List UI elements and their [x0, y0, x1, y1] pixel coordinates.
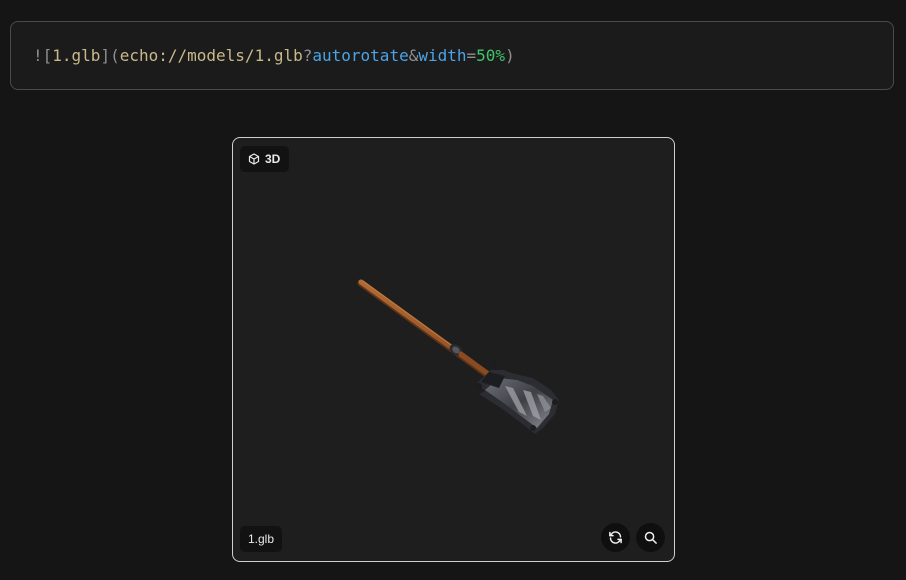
markdown-code-block: ![1.glb](echo://models/1.glb?autorotate&…	[10, 21, 894, 90]
model-filename: 1.glb	[240, 526, 283, 552]
refresh-icon	[609, 531, 622, 544]
code-param-autorotate: autorotate	[312, 46, 409, 65]
code-alt-text: 1.glb	[52, 46, 101, 65]
code-open-bracket: ![	[33, 46, 53, 65]
cube-icon	[248, 153, 260, 165]
code-close-paren: )	[505, 46, 515, 65]
zoom-button[interactable]	[636, 523, 665, 552]
code-param-width: width	[418, 46, 467, 65]
code-question: ?	[302, 46, 313, 65]
model-type-badge: 3D	[240, 146, 290, 172]
filename-label: 1.glb	[248, 532, 275, 546]
code-width-value: 50%	[476, 46, 506, 65]
model-viewer[interactable]: 3D 1.glb	[232, 137, 675, 562]
markdown-image-source: ![1.glb](echo://models/1.glb?autorotate&…	[33, 46, 515, 66]
broom-model	[357, 279, 559, 434]
code-url: echo://models/1.glb	[119, 46, 303, 65]
code-ampersand: &	[408, 46, 419, 65]
model-canvas[interactable]	[233, 138, 674, 561]
badge-label: 3D	[265, 152, 281, 166]
magnifier-icon	[644, 531, 657, 544]
code-equals: =	[466, 46, 477, 65]
code-close-bracket: ](	[100, 46, 120, 65]
autorotate-toggle-button[interactable]	[601, 523, 630, 552]
